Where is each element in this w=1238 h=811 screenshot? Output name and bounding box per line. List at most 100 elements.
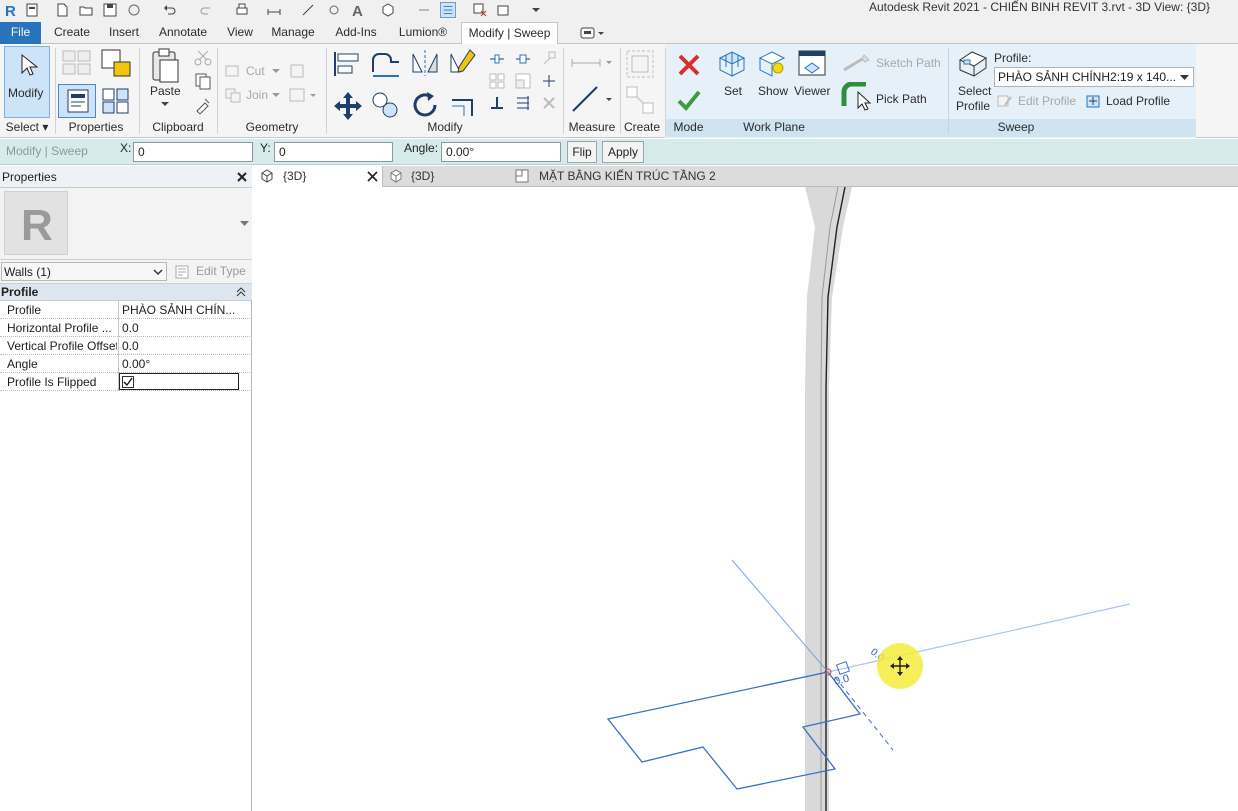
view-tab-3d-active[interactable]: {3D} xyxy=(255,166,383,187)
load-profile-label[interactable]: Load Profile xyxy=(1106,94,1170,108)
tab-add-ins[interactable]: Add-Ins xyxy=(328,22,384,44)
redo-icon[interactable] xyxy=(198,2,214,18)
trim-extend-multiple-icon[interactable] xyxy=(514,94,532,112)
unpin-icon[interactable] xyxy=(540,72,558,90)
property-row-horizontal-offset[interactable]: Horizontal Profile ... 0.0 xyxy=(0,319,250,337)
view-tab-3d[interactable]: {3D} xyxy=(385,166,511,187)
load-profile-icon[interactable] xyxy=(1084,93,1102,109)
pick-path-label[interactable]: Pick Path xyxy=(876,92,927,106)
edit-profile-label[interactable]: Edit Profile xyxy=(1018,94,1076,108)
tab-file[interactable]: File xyxy=(0,22,41,44)
property-row-angle[interactable]: Angle 0.00° xyxy=(0,355,250,373)
edit-type-icon[interactable] xyxy=(174,264,190,280)
join-geometry-icon[interactable] xyxy=(224,86,242,104)
paste-dropdown-icon[interactable] xyxy=(160,100,170,108)
select-panel-label[interactable]: Select ▾ xyxy=(0,120,54,136)
split-face-icon[interactable] xyxy=(288,86,318,104)
tab-annotate[interactable]: Annotate xyxy=(152,22,214,44)
property-value[interactable]: 0.0 xyxy=(122,339,238,353)
tab-lumion[interactable]: Lumion® xyxy=(392,22,454,44)
array-icon[interactable] xyxy=(488,72,506,90)
pin-icon-disabled[interactable] xyxy=(540,50,558,68)
sketch-path-icon[interactable] xyxy=(842,52,872,74)
collapse-icon[interactable] xyxy=(236,287,246,297)
x-input[interactable] xyxy=(133,142,253,162)
create-group-icon[interactable] xyxy=(624,48,658,80)
close-tab-icon[interactable] xyxy=(367,171,378,182)
finish-edit-mode-icon[interactable] xyxy=(676,88,702,112)
cut-geometry-icon[interactable] xyxy=(224,62,242,80)
select-profile-icon[interactable] xyxy=(956,48,990,80)
type-selector-grid-icon[interactable] xyxy=(100,86,132,116)
tab-modify-sweep[interactable]: Modify | Sweep xyxy=(461,22,558,45)
select-profile-label-1[interactable]: Select xyxy=(958,84,991,98)
tab-create[interactable]: Create xyxy=(48,22,96,44)
type-properties-icon[interactable] xyxy=(60,48,94,78)
wall-joins-icon[interactable] xyxy=(288,62,306,80)
type-selector[interactable]: R xyxy=(0,188,252,260)
cut-dropdown-icon[interactable] xyxy=(272,68,280,74)
modify-button[interactable]: Modify xyxy=(4,46,50,118)
split-with-gap-icon[interactable] xyxy=(514,52,532,66)
3d-viewport-graphics[interactable]: 0.0 0.0 xyxy=(255,186,1238,811)
open-folder-icon[interactable] xyxy=(78,2,94,18)
tab-manage[interactable]: Manage xyxy=(266,22,320,44)
aligned-dimension-tool-icon[interactable] xyxy=(570,84,614,114)
close-icon[interactable] xyxy=(236,171,248,183)
dimension-value-a[interactable]: 0.0 xyxy=(833,673,851,688)
work-plane-viewer-icon[interactable] xyxy=(796,48,828,80)
copy-icon[interactable] xyxy=(194,72,212,90)
view-tab-floor-plan[interactable]: MẶT BẰNG KIẾN TRÚC TẦNG 2 xyxy=(513,166,753,187)
profile-group-header[interactable]: Profile xyxy=(0,284,252,301)
sketch-path-label[interactable]: Sketch Path xyxy=(876,56,941,70)
viewer-label[interactable]: Viewer xyxy=(794,84,830,98)
y-input[interactable] xyxy=(274,142,393,162)
show-work-plane-icon[interactable] xyxy=(756,48,788,80)
property-row-vertical-offset[interactable]: Vertical Profile Offset 0.0 xyxy=(0,337,250,355)
close-hidden-windows-icon[interactable] xyxy=(472,2,488,18)
cut-label[interactable]: Cut xyxy=(246,64,265,78)
pick-path-icon[interactable] xyxy=(840,82,874,114)
property-value[interactable]: 0.0 xyxy=(122,321,238,335)
join-dropdown-icon[interactable] xyxy=(272,92,280,98)
aligned-dimension-icon[interactable] xyxy=(300,2,316,18)
paste-label[interactable]: Paste xyxy=(150,84,181,98)
measure-between-references-icon[interactable] xyxy=(570,54,614,72)
section-icon[interactable] xyxy=(416,2,432,18)
undo-icon[interactable] xyxy=(162,2,178,18)
text-icon[interactable]: A xyxy=(350,2,366,18)
trim-extend-single-icon[interactable] xyxy=(488,94,506,112)
show-label[interactable]: Show xyxy=(758,84,788,98)
home-doc-icon[interactable] xyxy=(24,2,40,18)
copy-element-icon[interactable] xyxy=(370,90,402,120)
cut-scissors-icon[interactable] xyxy=(194,50,212,66)
sync-icon[interactable] xyxy=(126,2,142,18)
checkbox-checked-icon[interactable] xyxy=(122,376,134,388)
paste-icon[interactable] xyxy=(148,48,182,84)
new-file-icon[interactable] xyxy=(54,2,70,18)
instance-filter-dropdown[interactable]: Walls (1) xyxy=(1,262,167,281)
panel-display-toggle-icon[interactable] xyxy=(580,27,606,39)
profile-dropdown[interactable]: PHÀO SẢNH CHÍNH2:19 x 140... xyxy=(994,67,1194,87)
tab-view[interactable]: View xyxy=(222,22,258,44)
delete-icon[interactable] xyxy=(540,94,558,112)
rotate-icon[interactable] xyxy=(410,90,442,120)
chevron-down-icon[interactable] xyxy=(240,220,249,227)
cancel-edit-mode-icon[interactable] xyxy=(676,52,702,78)
default-3d-view-icon[interactable] xyxy=(380,2,396,18)
properties-toggle-button[interactable] xyxy=(58,84,96,118)
property-value[interactable]: 0.00° xyxy=(122,357,238,371)
select-profile-label-2[interactable]: Profile xyxy=(956,99,990,113)
measure-icon[interactable] xyxy=(266,2,282,18)
switch-windows-icon[interactable] xyxy=(496,2,512,18)
edit-profile-icon[interactable] xyxy=(996,93,1014,109)
flip-button[interactable]: Flip xyxy=(567,141,597,163)
mirror-pick-axis-icon[interactable] xyxy=(410,48,440,78)
print-icon[interactable] xyxy=(234,2,250,18)
edit-type-button[interactable]: Edit Type xyxy=(196,264,246,278)
angle-input[interactable] xyxy=(441,142,561,162)
move-icon[interactable] xyxy=(332,90,364,122)
match-type-icon[interactable] xyxy=(194,96,212,114)
scale-icon[interactable] xyxy=(514,72,532,90)
apply-button[interactable]: Apply xyxy=(602,141,644,163)
